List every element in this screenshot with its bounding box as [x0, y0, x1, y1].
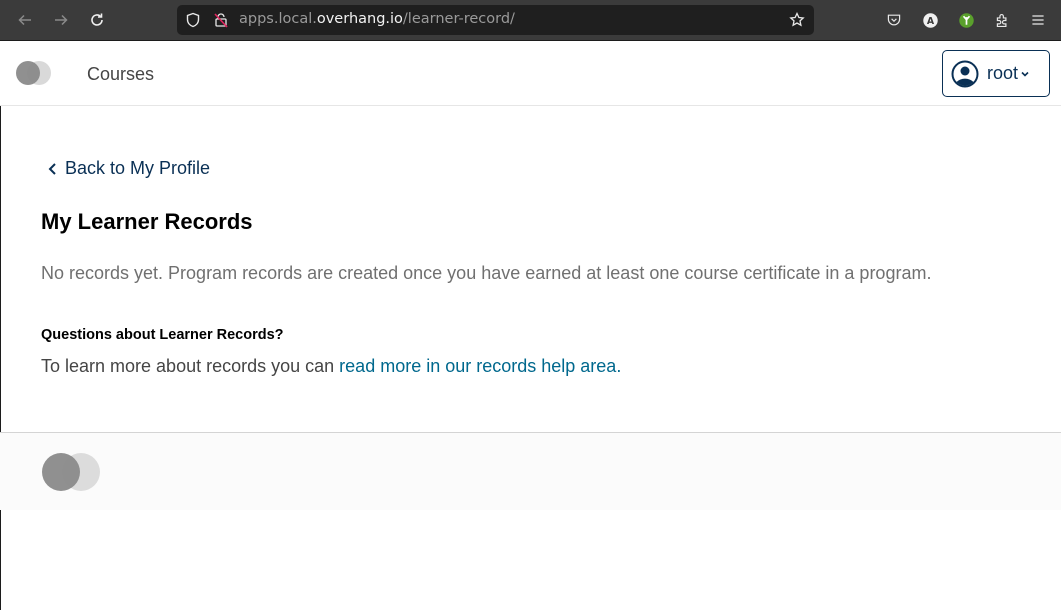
user-name: root	[987, 63, 1019, 83]
forward-arrow-icon[interactable]	[49, 8, 73, 32]
help-text-prefix: To learn more about records you can	[41, 356, 340, 376]
help-text: To learn more about records you can read…	[41, 356, 621, 377]
extensions-puzzle-icon[interactable]	[992, 10, 1012, 30]
hamburger-menu-icon[interactable]	[1028, 10, 1048, 30]
footer-logo[interactable]	[41, 452, 103, 492]
records-help-link[interactable]: read more in our records help area.	[339, 356, 621, 376]
chevron-down-icon	[1021, 71, 1029, 77]
courses-link[interactable]: Courses	[87, 64, 154, 85]
site-header: Courses root	[0, 41, 1061, 106]
page-title: My Learner Records	[41, 209, 253, 234]
site-footer	[0, 432, 1061, 510]
empty-records-message: No records yet. Program records are crea…	[41, 263, 932, 283]
back-link-label: Back to My Profile	[65, 158, 211, 178]
avatar-icon	[951, 60, 979, 87]
window-edge	[0, 41, 1, 610]
url-path: /learner-record/	[402, 11, 515, 27]
url-domain: overhang.io	[316, 11, 403, 27]
back-arrow-icon[interactable]	[13, 8, 37, 32]
help-heading: Questions about Learner Records?	[41, 327, 284, 343]
chevron-left-icon	[48, 162, 56, 175]
pocket-icon[interactable]	[884, 10, 904, 30]
reload-icon[interactable]	[85, 8, 109, 32]
user-menu-button[interactable]: root	[942, 50, 1050, 97]
insecure-lock-icon[interactable]	[213, 12, 229, 28]
url-text[interactable]: apps.local.overhang.io/learner-record/	[239, 11, 515, 27]
shield-icon[interactable]	[185, 12, 201, 28]
site-logo[interactable]	[16, 60, 54, 86]
extension-green-icon[interactable]	[956, 10, 976, 30]
back-to-profile-link[interactable]: Back to My Profile	[41, 158, 210, 179]
browser-toolbar: apps.local.overhang.io/learner-record/ A	[0, 0, 1061, 41]
bookmark-star-icon[interactable]	[789, 12, 805, 28]
url-prefix: apps.local.	[239, 11, 317, 27]
url-bar[interactable]: apps.local.overhang.io/learner-record/	[177, 5, 814, 35]
account-badge-letter: A	[926, 15, 934, 26]
account-icon[interactable]: A	[920, 10, 940, 30]
